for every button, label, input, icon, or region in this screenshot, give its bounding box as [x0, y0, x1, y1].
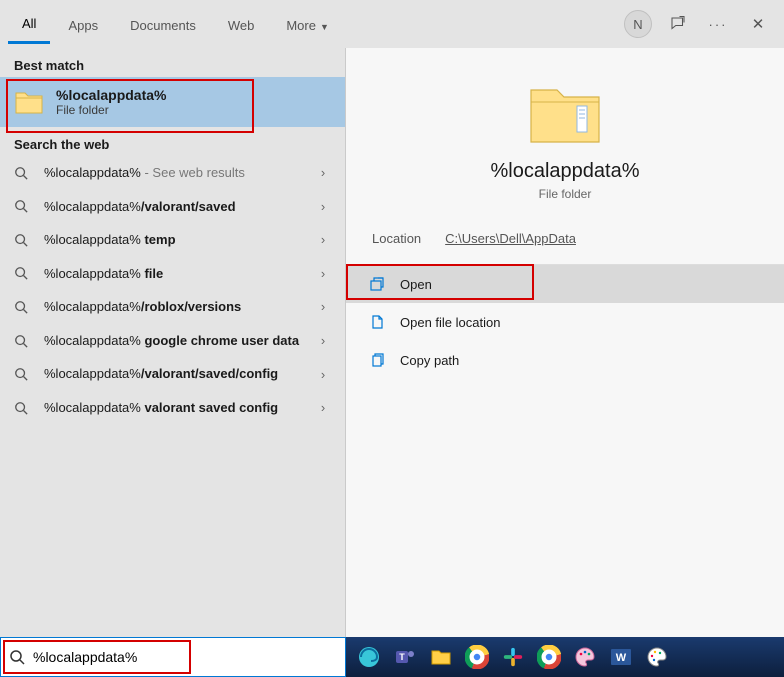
location-label: Location — [372, 231, 421, 246]
folder-icon — [525, 78, 605, 148]
file-location-icon — [368, 313, 386, 331]
search-icon — [14, 166, 32, 180]
action-open[interactable]: Open — [346, 265, 784, 303]
search-web-header: Search the web — [0, 127, 345, 156]
search-icon — [9, 649, 25, 665]
tab-documents[interactable]: Documents — [116, 6, 210, 43]
taskbar-app-chrome-2[interactable] — [534, 642, 564, 672]
web-result-item[interactable]: %localappdata% - See web results › — [0, 156, 345, 190]
action-open-file-location[interactable]: Open file location — [346, 303, 784, 341]
action-open-file-location-label: Open file location — [400, 315, 500, 330]
tab-all[interactable]: All — [8, 4, 50, 44]
web-result-text: %localappdata% valorant saved config — [44, 399, 303, 417]
search-icon — [14, 334, 32, 348]
tab-apps[interactable]: Apps — [54, 6, 112, 43]
best-match-item[interactable]: %localappdata% File folder — [0, 77, 345, 127]
search-icon — [14, 300, 32, 314]
search-input[interactable] — [33, 649, 337, 665]
taskbar-app-edge[interactable] — [354, 642, 384, 672]
web-result-item[interactable]: %localappdata% google chrome user data › — [0, 324, 345, 358]
svg-text:T: T — [399, 652, 405, 662]
best-match-subtitle: File folder — [56, 103, 166, 117]
web-result-item[interactable]: %localappdata% temp › — [0, 223, 345, 257]
web-result-text: %localappdata% file — [44, 265, 303, 283]
action-open-label: Open — [400, 277, 432, 292]
search-icon — [14, 199, 32, 213]
tab-web[interactable]: Web — [214, 6, 269, 43]
chevron-down-icon: ▼ — [320, 22, 329, 32]
tabs-bar: All Apps Documents Web More▼ N ··· ✕ — [0, 0, 784, 48]
search-icon — [14, 401, 32, 415]
actions-list: Open Open file location Copy path — [346, 264, 784, 379]
folder-icon — [14, 87, 44, 117]
action-copy-path-label: Copy path — [400, 353, 459, 368]
chevron-right-icon[interactable]: › — [315, 232, 331, 247]
taskbar: T W — [346, 637, 784, 677]
taskbar-app-explorer[interactable] — [426, 642, 456, 672]
feedback-icon[interactable] — [660, 6, 696, 42]
chevron-right-icon[interactable]: › — [315, 266, 331, 281]
preview-panel: %localappdata% File folder Location C:\U… — [346, 48, 784, 677]
taskbar-app-teams[interactable]: T — [390, 642, 420, 672]
chevron-right-icon[interactable]: › — [315, 367, 331, 382]
more-options-icon[interactable]: ··· — [700, 6, 736, 42]
svg-text:W: W — [616, 652, 627, 664]
web-result-text: %localappdata%/valorant/saved/config — [44, 365, 303, 383]
taskbar-app-paint[interactable] — [642, 642, 672, 672]
web-result-text: %localappdata%/roblox/versions — [44, 298, 303, 316]
results-panel: Best match %localappdata% File folder Se… — [0, 48, 346, 677]
close-icon[interactable]: ✕ — [740, 6, 776, 42]
web-result-item[interactable]: %localappdata% valorant saved config › — [0, 391, 345, 425]
web-result-item[interactable]: %localappdata%/valorant/saved/config › — [0, 357, 345, 391]
web-result-item[interactable]: %localappdata% file › — [0, 257, 345, 291]
chevron-right-icon[interactable]: › — [315, 400, 331, 415]
open-icon — [368, 275, 386, 293]
web-result-text: %localappdata%/valorant/saved — [44, 198, 303, 216]
web-result-text: %localappdata% google chrome user data — [44, 332, 303, 350]
taskbar-app-slack[interactable] — [498, 642, 528, 672]
search-icon — [14, 233, 32, 247]
web-result-item[interactable]: %localappdata%/roblox/versions › — [0, 290, 345, 324]
taskbar-app-palette[interactable] — [570, 642, 600, 672]
taskbar-app-chrome[interactable] — [462, 642, 492, 672]
preview-subtitle: File folder — [539, 187, 592, 201]
best-match-header: Best match — [0, 48, 345, 77]
chevron-right-icon[interactable]: › — [315, 299, 331, 314]
web-result-item[interactable]: %localappdata%/valorant/saved › — [0, 190, 345, 224]
search-icon — [14, 266, 32, 280]
web-result-text: %localappdata% temp — [44, 231, 303, 249]
chevron-right-icon[interactable]: › — [315, 199, 331, 214]
preview-title: %localappdata% — [491, 160, 640, 183]
search-bar[interactable] — [0, 637, 346, 677]
chevron-right-icon[interactable]: › — [315, 165, 331, 180]
action-copy-path[interactable]: Copy path — [346, 341, 784, 379]
search-icon — [14, 367, 32, 381]
taskbar-app-word[interactable]: W — [606, 642, 636, 672]
chevron-right-icon[interactable]: › — [315, 333, 331, 348]
account-avatar[interactable]: N — [620, 6, 656, 42]
tab-more[interactable]: More▼ — [272, 6, 343, 43]
copy-icon — [368, 351, 386, 369]
web-result-text: %localappdata% - See web results — [44, 164, 303, 182]
best-match-title: %localappdata% — [56, 87, 166, 103]
location-link[interactable]: C:\Users\Dell\AppData — [445, 231, 576, 246]
